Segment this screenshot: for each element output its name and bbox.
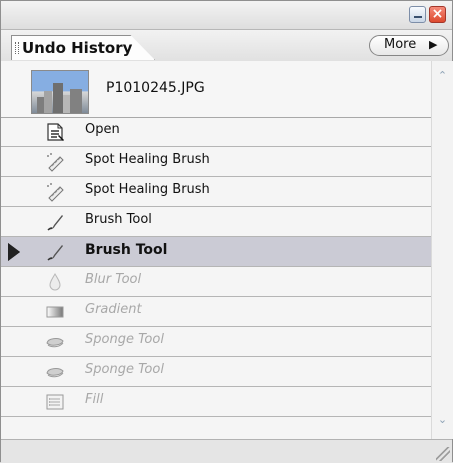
history-row-brush-tool-1[interactable]: Brush Tool <box>1 207 431 237</box>
history-row-gradient[interactable]: Gradient <box>1 297 431 327</box>
snapshot-label: P1010245.JPG <box>106 80 205 96</box>
thumbnail-building <box>37 97 44 113</box>
history-row-label: Open <box>85 122 120 137</box>
history-row-label: Brush Tool <box>85 212 152 227</box>
more-arrow-icon: ▶ <box>429 38 438 51</box>
history-list[interactable]: P1010245.JPG Open Spot Healing Brush Spo… <box>1 61 431 439</box>
history-row-fill[interactable]: Fill <box>1 387 431 417</box>
history-row-label: Spot Healing Brush <box>85 182 210 197</box>
sponge-icon <box>46 368 64 378</box>
history-row-label: Spot Healing Brush <box>85 152 210 167</box>
history-row-brush-tool-2-selected[interactable]: Brush Tool <box>1 237 431 267</box>
thumbnail-building <box>44 91 52 113</box>
spot-healing-brush-icon <box>47 183 64 202</box>
tab-undo-history[interactable]: Undo History <box>11 35 155 60</box>
spot-healing-brush-icon <box>47 153 64 172</box>
blur-drop-icon <box>49 273 61 291</box>
tab-label: Undo History <box>22 39 133 57</box>
history-row-label: Sponge Tool <box>85 362 164 377</box>
resize-grip-icon[interactable] <box>436 447 450 461</box>
history-row-open[interactable]: Open <box>1 117 431 147</box>
close-icon[interactable]: × <box>429 6 446 23</box>
tab-grip-icon[interactable] <box>15 42 19 54</box>
minimize-icon[interactable] <box>409 6 426 23</box>
thumbnail-building <box>53 83 63 113</box>
scroll-down-icon[interactable]: ⌄ <box>436 413 449 426</box>
scroll-up-icon[interactable]: ⌃ <box>436 69 449 82</box>
history-row-spot-healing-1[interactable]: Spot Healing Brush <box>1 147 431 177</box>
history-row-label: Fill <box>85 392 104 407</box>
history-row-spot-healing-2[interactable]: Spot Healing Brush <box>1 177 431 207</box>
snapshot-item[interactable]: P1010245.JPG <box>1 61 431 118</box>
more-button-label: More <box>384 37 417 52</box>
history-row-label: Gradient <box>85 302 142 317</box>
fill-icon <box>46 394 64 410</box>
history-row-blur-tool[interactable]: Blur Tool <box>1 267 431 297</box>
current-state-marker-icon <box>8 243 20 261</box>
history-row-sponge-tool-1[interactable]: Sponge Tool <box>1 327 431 357</box>
history-row-label: Blur Tool <box>85 272 142 287</box>
sponge-icon <box>46 338 64 348</box>
history-row-sponge-tool-2[interactable]: Sponge Tool <box>1 357 431 387</box>
more-button[interactable]: More ▶ <box>369 35 449 56</box>
gradient-icon <box>46 306 64 318</box>
panel-tab-row: Undo History More ▶ <box>1 30 452 62</box>
thumbnail-building <box>70 89 82 113</box>
history-row-label: Sponge Tool <box>85 332 164 347</box>
brush-icon <box>47 215 63 231</box>
vertical-scrollbar[interactable]: ⌃ ⌄ <box>431 61 453 439</box>
document-open-icon <box>47 123 64 141</box>
panel-title-bar[interactable]: × <box>1 1 452 30</box>
undo-history-panel: × Undo History More ▶ P1010245.JPG Open … <box>0 0 453 463</box>
panel-status-bar <box>1 439 452 463</box>
snapshot-thumbnail <box>31 70 89 114</box>
brush-icon <box>47 245 63 261</box>
thumbnail-building <box>63 95 70 113</box>
history-row-label: Brush Tool <box>85 242 168 258</box>
